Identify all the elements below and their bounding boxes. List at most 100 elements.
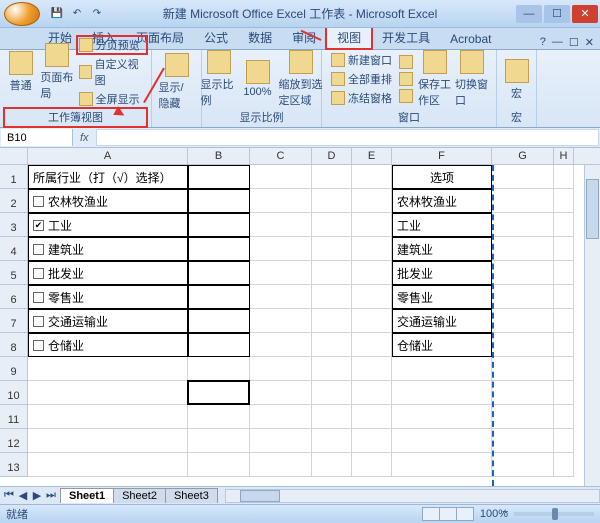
cell-D4[interactable] (312, 237, 352, 261)
row-header-7[interactable]: 7 (0, 309, 27, 333)
cell-A7[interactable]: 交通运输业 (28, 309, 188, 333)
cell-D8[interactable] (312, 333, 352, 357)
cell-E2[interactable] (352, 189, 392, 213)
zoom-slider[interactable] (514, 512, 594, 516)
cell-A5[interactable]: 批发业 (28, 261, 188, 285)
cell-E12[interactable] (352, 429, 392, 453)
cell-F2[interactable]: 农林牧渔业 (392, 189, 492, 213)
cell-B13[interactable] (188, 453, 250, 477)
row-header-5[interactable]: 5 (0, 261, 27, 285)
cell-E6[interactable] (352, 285, 392, 309)
cell-grid[interactable]: 所属行业（打（√）选择）选项农林牧渔业农林牧渔业✔工业工业建筑业建筑业批发业批发… (28, 165, 600, 486)
macros-button[interactable]: 宏 (499, 59, 535, 101)
cell-A11[interactable] (28, 405, 188, 429)
cell-H11[interactable] (554, 405, 574, 429)
normal-view-button[interactable]: 普通 (4, 51, 37, 93)
full-screen-button[interactable]: 全屏显示 (77, 90, 147, 108)
cell-E13[interactable] (352, 453, 392, 477)
cell-A13[interactable] (28, 453, 188, 477)
cell-H3[interactable] (554, 213, 574, 237)
zoom-slider-thumb[interactable] (552, 508, 558, 520)
cell-H13[interactable] (554, 453, 574, 477)
cell-C8[interactable] (250, 333, 312, 357)
cell-H8[interactable] (554, 333, 574, 357)
cell-B2[interactable] (188, 189, 250, 213)
vertical-scrollbar[interactable] (584, 165, 600, 486)
sheet-nav-next[interactable]: ▶ (30, 489, 44, 502)
checkbox-A5[interactable] (33, 268, 44, 279)
cell-D2[interactable] (312, 189, 352, 213)
row-header-8[interactable]: 8 (0, 333, 27, 357)
mdi-minimize[interactable]: — (552, 36, 563, 49)
cell-G3[interactable] (492, 213, 554, 237)
custom-views-button[interactable]: 自定义视图 (77, 55, 147, 89)
cell-E1[interactable] (352, 165, 392, 189)
cell-B8[interactable] (188, 333, 250, 357)
cell-F5[interactable]: 批发业 (392, 261, 492, 285)
cell-G4[interactable] (492, 237, 554, 261)
cell-A3[interactable]: ✔工业 (28, 213, 188, 237)
cell-D5[interactable] (312, 261, 352, 285)
column-header-A[interactable]: A (28, 148, 188, 164)
cell-A12[interactable] (28, 429, 188, 453)
cell-B11[interactable] (188, 405, 250, 429)
cell-A2[interactable]: 农林牧渔业 (28, 189, 188, 213)
page-layout-button[interactable]: 页面布局 (40, 43, 73, 101)
cell-G6[interactable] (492, 285, 554, 309)
row-header-2[interactable]: 2 (0, 189, 27, 213)
show-hide-button[interactable]: 显示/隐藏 (159, 53, 195, 111)
column-header-B[interactable]: B (188, 148, 250, 164)
cell-A8[interactable]: 仓储业 (28, 333, 188, 357)
cell-H7[interactable] (554, 309, 574, 333)
formula-input[interactable] (96, 129, 599, 146)
cell-G11[interactable] (492, 405, 554, 429)
sheet-nav-first[interactable]: ⏮ (2, 489, 16, 502)
mdi-close[interactable]: ✕ (585, 36, 594, 49)
cell-E11[interactable] (352, 405, 392, 429)
cell-A4[interactable]: 建筑业 (28, 237, 188, 261)
sheet-nav-prev[interactable]: ◀ (16, 489, 30, 502)
checkbox-A4[interactable] (33, 244, 44, 255)
cell-D9[interactable] (312, 357, 352, 381)
checkbox-A3[interactable]: ✔ (33, 220, 44, 231)
cell-C13[interactable] (250, 453, 312, 477)
cell-H6[interactable] (554, 285, 574, 309)
sheet-nav-last[interactable]: ⏭ (44, 489, 58, 502)
cell-A6[interactable]: 零售业 (28, 285, 188, 309)
minimize-button[interactable]: — (516, 5, 542, 23)
cell-D10[interactable] (312, 381, 352, 405)
column-header-E[interactable]: E (352, 148, 392, 164)
tab-formulas[interactable]: 公式 (194, 26, 238, 49)
cell-F4[interactable]: 建筑业 (392, 237, 492, 261)
tab-data[interactable]: 数据 (238, 26, 282, 49)
row-header-13[interactable]: 13 (0, 453, 27, 477)
undo-icon[interactable]: ↶ (68, 5, 86, 23)
cell-B9[interactable] (188, 357, 250, 381)
cell-C7[interactable] (250, 309, 312, 333)
checkbox-A2[interactable] (33, 196, 44, 207)
cell-G9[interactable] (492, 357, 554, 381)
sheet-tab-2[interactable]: Sheet2 (113, 488, 166, 503)
row-header-6[interactable]: 6 (0, 285, 27, 309)
vscroll-thumb[interactable] (586, 179, 599, 239)
cell-E7[interactable] (352, 309, 392, 333)
office-button[interactable] (4, 2, 40, 26)
cell-H5[interactable] (554, 261, 574, 285)
horizontal-scrollbar[interactable] (225, 489, 600, 503)
arrange-all-button[interactable]: 全部重排 (329, 70, 394, 88)
zoom-100-button[interactable]: 100% (240, 60, 276, 98)
cell-C10[interactable] (250, 381, 312, 405)
cell-C4[interactable] (250, 237, 312, 261)
column-header-C[interactable]: C (250, 148, 312, 164)
redo-icon[interactable]: ↷ (88, 5, 106, 23)
checkbox-A8[interactable] (33, 340, 44, 351)
cell-D1[interactable] (312, 165, 352, 189)
column-header-D[interactable]: D (312, 148, 352, 164)
row-header-12[interactable]: 12 (0, 429, 27, 453)
view-shortcut-layout[interactable] (439, 507, 457, 521)
cell-B12[interactable] (188, 429, 250, 453)
cell-E10[interactable] (352, 381, 392, 405)
cell-C1[interactable] (250, 165, 312, 189)
cell-F13[interactable] (392, 453, 492, 477)
cell-H9[interactable] (554, 357, 574, 381)
